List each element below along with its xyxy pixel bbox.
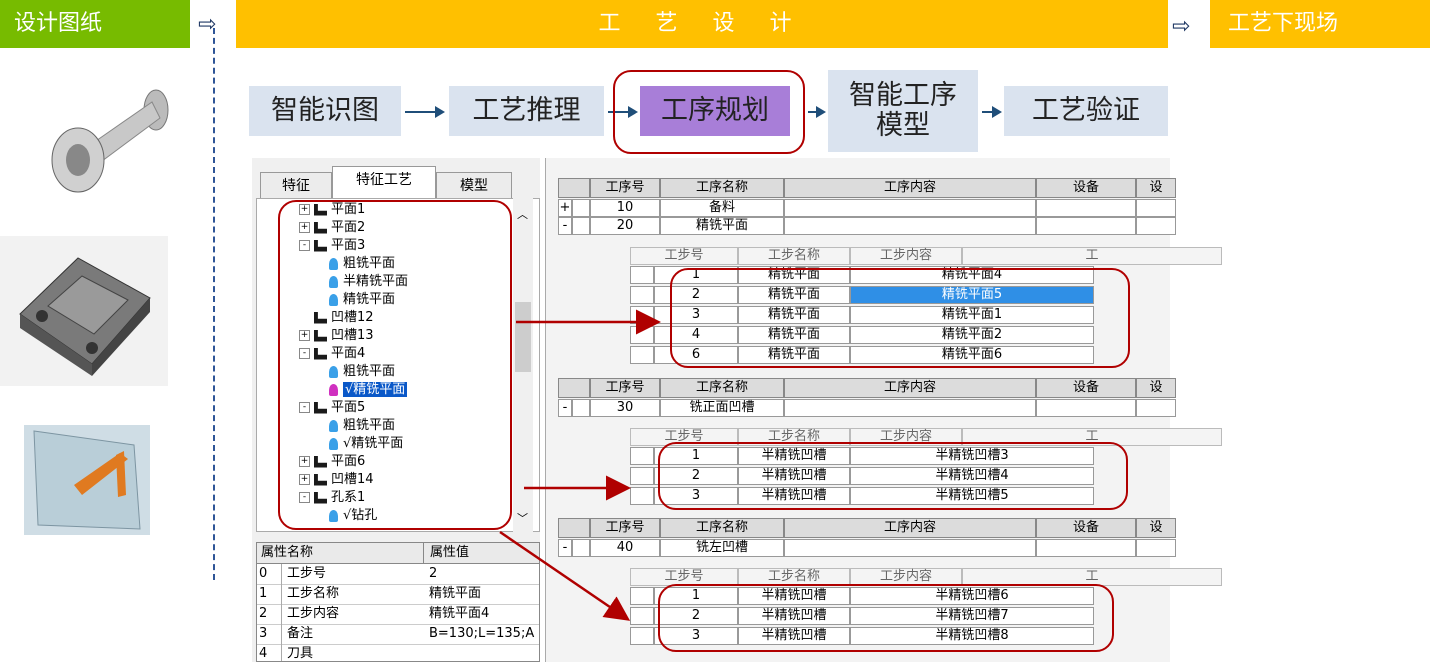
op-extra[interactable]	[1136, 399, 1176, 417]
op-name[interactable]: 备料	[660, 199, 784, 217]
op-header-cell: 工序名称	[660, 178, 784, 198]
step-header-cell: 工	[962, 247, 1222, 265]
op-extra[interactable]	[1136, 199, 1176, 217]
row-indicator	[572, 199, 590, 217]
property-name: 备注	[287, 626, 314, 641]
steps-red-frame-2	[658, 442, 1128, 510]
op-extra[interactable]	[1136, 539, 1176, 557]
op-header-cell: 工序内容	[784, 378, 1036, 398]
tab-model[interactable]: 模型	[436, 172, 512, 199]
op-equipment[interactable]	[1036, 199, 1136, 217]
step-smart-procedure-model[interactable]: 智能工序 模型	[828, 70, 978, 152]
step-header-cell: 工步内容	[850, 247, 962, 265]
property-index: 0	[259, 564, 282, 584]
chevron-up-icon[interactable]: ︿	[517, 206, 528, 222]
process-to-site-banner: 工艺下现场	[1210, 0, 1430, 48]
op-extra[interactable]	[1136, 217, 1176, 235]
tab-feature-process[interactable]: 特征工艺	[332, 166, 436, 199]
property-value-header: 属性值	[423, 543, 469, 563]
op-header-cell: 设备	[1036, 378, 1136, 398]
property-value: 精铣平面4	[429, 606, 490, 621]
step-header-cell: 工步名称	[738, 247, 850, 265]
flow-arrow	[982, 106, 1002, 118]
right-arrow-icon: ⇨	[1172, 14, 1191, 39]
op-content[interactable]	[784, 539, 1036, 557]
property-value: 2	[429, 566, 438, 581]
op-header-cell: 设备	[1036, 518, 1136, 538]
tree-red-frame	[278, 200, 512, 530]
step-process-verification[interactable]: 工艺验证	[1004, 86, 1168, 136]
op-header-cell: 设	[1136, 378, 1176, 398]
mapping-arrows	[499, 309, 661, 621]
property-name: 工步号	[287, 566, 327, 581]
process-design-banner: 工 艺 设 计	[236, 0, 1168, 48]
property-index: 2	[259, 604, 282, 624]
op-content[interactable]	[784, 217, 1036, 235]
tab-bar: 特征 特征工艺 模型	[256, 166, 540, 199]
op-number[interactable]: 20	[590, 217, 660, 235]
property-index: 4	[259, 644, 282, 661]
op-header-cell: 设	[1136, 518, 1176, 538]
part-thumbnail-3	[24, 425, 150, 535]
op-header-cell: 设	[1136, 178, 1176, 198]
op-equipment[interactable]	[1036, 217, 1136, 235]
property-name-header: 属性名称	[261, 545, 314, 560]
op-name[interactable]: 精铣平面	[660, 217, 784, 235]
property-index: 3	[259, 624, 282, 644]
part-thumbnail-1	[30, 80, 170, 200]
design-drawing-banner: 设计图纸	[0, 0, 190, 48]
property-index: 1	[259, 584, 282, 604]
step-row-indicator	[630, 266, 654, 284]
row-toggle[interactable]: -	[558, 217, 572, 235]
tab-feature[interactable]: 特征	[260, 172, 332, 199]
op-content[interactable]	[784, 199, 1036, 217]
op-content[interactable]	[784, 399, 1036, 417]
property-name: 工步内容	[287, 606, 340, 621]
part-thumbnail-2	[0, 236, 168, 386]
flow-arrow	[405, 106, 445, 118]
op-header-cell: 工序内容	[784, 518, 1036, 538]
steps-red-frame-1	[670, 268, 1130, 368]
op-header-cell: 设备	[1036, 178, 1136, 198]
divider-line	[213, 28, 215, 580]
step-header-cell: 工步号	[630, 247, 738, 265]
op-number[interactable]: 10	[590, 199, 660, 217]
op-header-cell: 工序号	[590, 178, 660, 198]
step-smart-recognition[interactable]: 智能识图	[249, 86, 401, 136]
step-process-reasoning[interactable]: 工艺推理	[449, 86, 604, 136]
property-name: 刀具	[287, 646, 314, 661]
flow-arrow	[808, 106, 826, 118]
row-indicator	[572, 217, 590, 235]
step-procedure-planning[interactable]: 工序规划	[640, 86, 790, 136]
op-header-cell: 工序内容	[784, 178, 1036, 198]
op-equipment[interactable]	[1036, 399, 1136, 417]
steps-red-frame-3	[658, 584, 1114, 652]
grid-corner	[558, 178, 590, 198]
row-toggle[interactable]: +	[558, 199, 572, 217]
property-row[interactable]: 4 刀具	[257, 644, 539, 661]
op-equipment[interactable]	[1036, 539, 1136, 557]
property-name: 工步名称	[287, 586, 340, 601]
property-value: 精铣平面	[429, 586, 482, 601]
